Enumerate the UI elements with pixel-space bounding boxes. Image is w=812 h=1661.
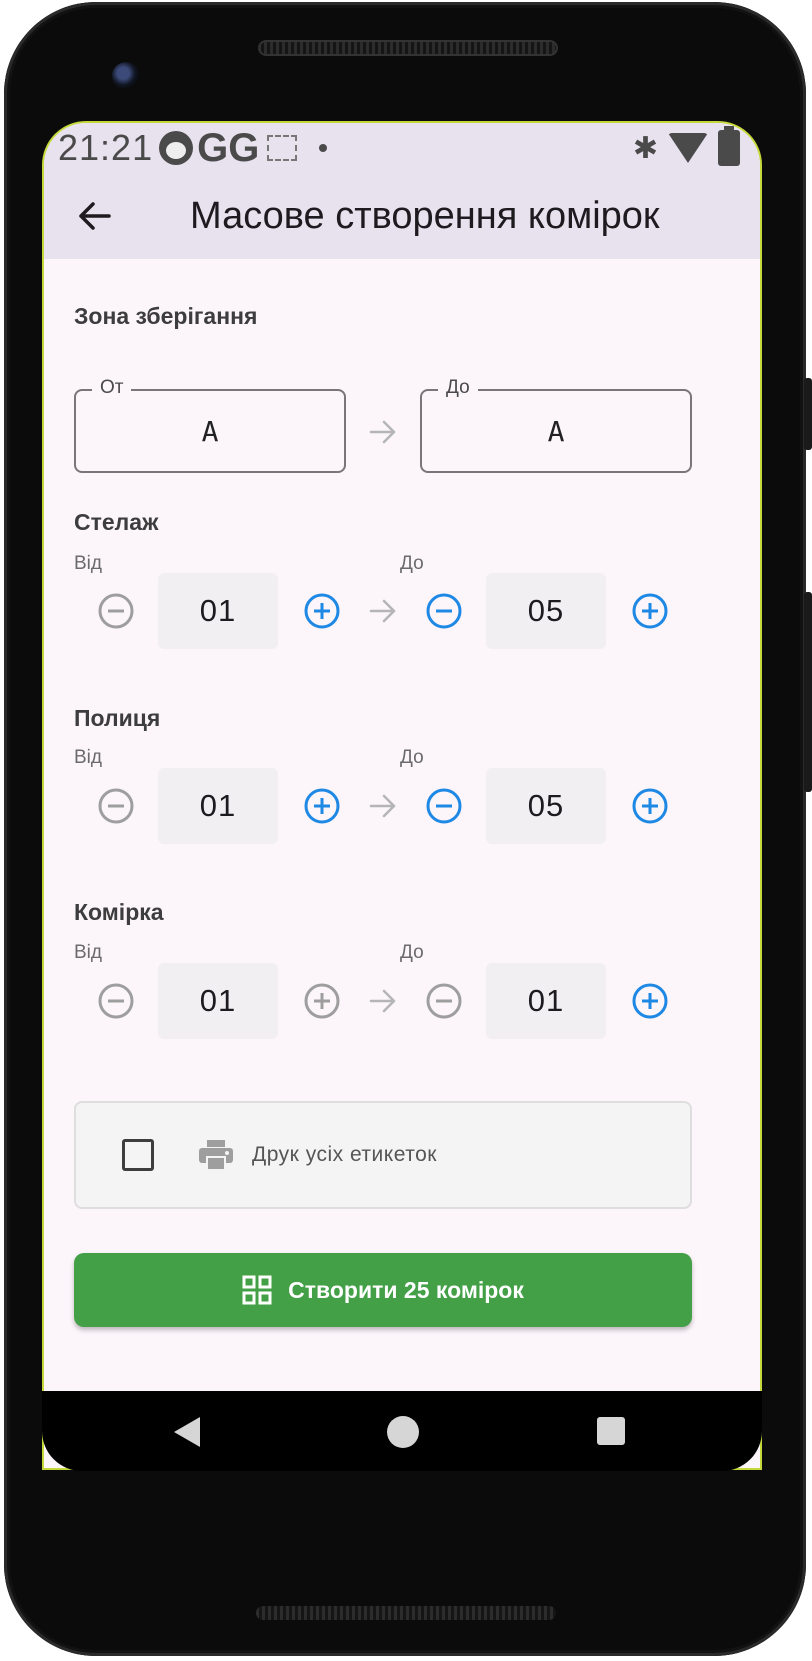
print-labels-text: Друк усіх етикеток	[252, 1143, 437, 1166]
navigation-bar	[42, 1391, 762, 1471]
rack-section-title: Стелаж	[74, 509, 159, 535]
system-icons: ✱	[632, 126, 740, 166]
arrow-right-icon	[369, 794, 396, 818]
zone-to-value: A	[547, 414, 565, 448]
print-all-labels-option[interactable]: Друк усіх етикеток	[74, 1101, 692, 1209]
shelf-from-value[interactable]: 01	[158, 768, 278, 844]
g-notification-icons: GG	[197, 126, 260, 170]
shelf-to-increment-button[interactable]	[630, 786, 670, 826]
status-time: 21:21	[58, 127, 154, 168]
bottom-speaker	[256, 1606, 556, 1620]
cell-to-decrement-button[interactable]	[424, 981, 464, 1021]
shelf-from-increment-button[interactable]	[302, 786, 342, 826]
cell-section-title: Комірка	[74, 899, 164, 925]
printer-icon	[199, 1140, 233, 1171]
more-notifications-icon	[319, 144, 328, 152]
rack-to-increment-button[interactable]	[630, 591, 670, 631]
arrow-right-icon	[369, 420, 396, 444]
nav-home-icon[interactable]	[386, 1415, 420, 1449]
zone-from-value: A	[201, 414, 219, 448]
page-title: Масове створення комірок	[190, 194, 660, 237]
rack-from-value[interactable]: 01	[158, 573, 278, 649]
app-notification-icon	[159, 131, 194, 165]
cell-to-increment-button[interactable]	[630, 981, 670, 1021]
cell-to-label: До	[400, 942, 424, 963]
app-screen: 21:21 GG ✱ Масове створення комірок Зона…	[42, 121, 762, 1470]
cell-to-value[interactable]: 01	[486, 963, 606, 1039]
shelf-section-title: Полиця	[74, 705, 161, 731]
arrow-right-icon	[369, 599, 396, 623]
cell-from-decrement-button[interactable]	[96, 981, 136, 1021]
create-cells-label: Створити 25 комірок	[288, 1276, 524, 1303]
print-labels-checkbox[interactable]	[122, 1139, 154, 1171]
cell-from-label: Від	[74, 942, 102, 963]
scanner-icon	[267, 135, 298, 161]
nav-back-icon[interactable]	[172, 1415, 202, 1449]
rack-from-increment-button[interactable]	[302, 591, 342, 631]
grid-icon	[242, 1275, 272, 1305]
rack-to-value[interactable]: 05	[486, 573, 606, 649]
rack-from-label: Від	[74, 553, 102, 574]
front-camera	[112, 62, 140, 90]
battery-icon	[718, 126, 740, 166]
arrow-left-icon	[79, 202, 111, 230]
wifi-icon	[668, 133, 708, 163]
cell-from-increment-button[interactable]	[302, 981, 342, 1021]
shelf-to-decrement-button[interactable]	[424, 786, 464, 826]
rack-to-label: До	[400, 553, 424, 574]
shelf-to-label: До	[400, 747, 424, 768]
shelf-from-label: Від	[74, 747, 102, 768]
zone-section-title: Зона зберігання	[74, 303, 258, 329]
app-bar: Масове створення комірок	[44, 173, 760, 259]
bluetooth-icon: ✱	[632, 131, 658, 165]
arrow-right-icon	[369, 989, 396, 1013]
create-cells-button[interactable]: Створити 25 комірок	[74, 1253, 692, 1327]
zone-to-field[interactable]: До A	[420, 377, 692, 473]
top-speaker	[258, 40, 558, 56]
shelf-from-decrement-button[interactable]	[96, 786, 136, 826]
zone-from-label: От	[92, 377, 132, 399]
nav-recents-icon[interactable]	[596, 1416, 626, 1446]
notification-icons: GG	[159, 126, 328, 170]
rack-to-decrement-button[interactable]	[424, 591, 464, 631]
zone-from-field[interactable]: От A	[74, 377, 346, 473]
cell-from-value[interactable]: 01	[158, 963, 278, 1039]
back-button[interactable]	[66, 188, 122, 244]
rack-from-decrement-button[interactable]	[96, 591, 136, 631]
volume-button	[804, 378, 812, 450]
shelf-to-value[interactable]: 05	[486, 768, 606, 844]
status-bar: 21:21 GG ✱	[44, 123, 760, 173]
power-button	[804, 592, 812, 792]
zone-to-label: До	[438, 377, 478, 399]
